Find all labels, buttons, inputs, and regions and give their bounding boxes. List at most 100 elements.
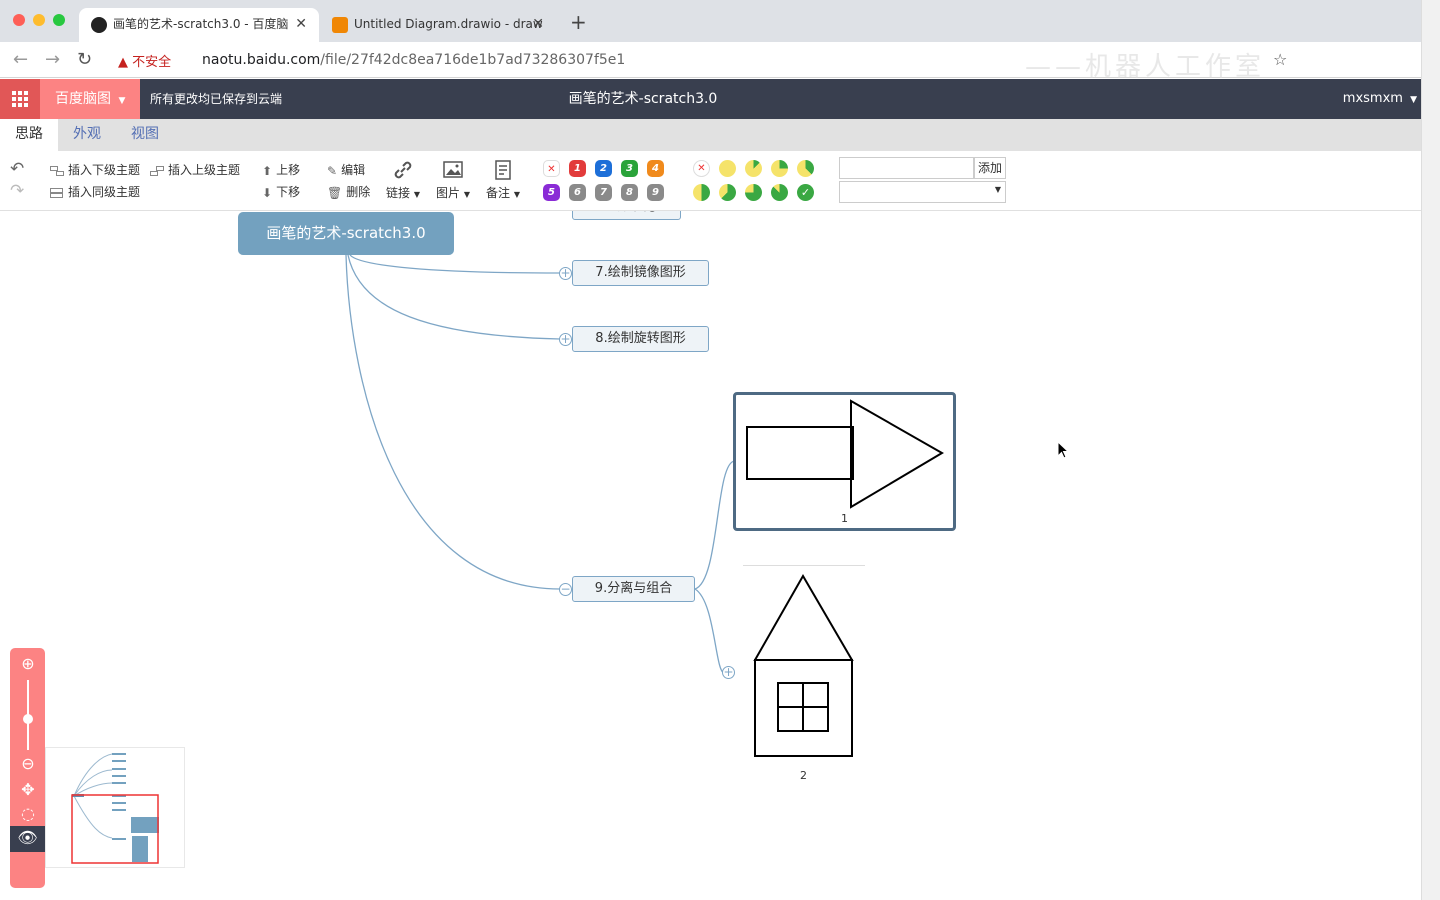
priority-8[interactable]: 8 bbox=[621, 184, 638, 201]
note-label: 备注 bbox=[486, 186, 511, 200]
progress-6-icon[interactable] bbox=[745, 184, 762, 201]
url-host: naotu.baidu.com bbox=[202, 52, 321, 68]
insert-child-icon bbox=[50, 165, 64, 176]
window-edge-scrollbar[interactable] bbox=[1421, 0, 1440, 900]
tab-idea[interactable]: 思路 bbox=[0, 119, 58, 151]
maximize-window-button[interactable] bbox=[53, 14, 65, 26]
collapse-node-icon[interactable]: − bbox=[559, 583, 572, 596]
priority-4[interactable]: 4 bbox=[647, 160, 664, 177]
toolbar: ↶ ↷ 插入下级主题 插入上级主题 插入同级主题 ⬆ 上移 ⬇ 下移 ✎ 编辑 🗑 删除… bbox=[0, 151, 1421, 211]
close-tab-icon[interactable]: ✕ bbox=[532, 8, 544, 41]
image-label: 图片 bbox=[436, 186, 461, 200]
image-node-2[interactable]: 2 bbox=[743, 565, 865, 785]
zoom-out-icon[interactable]: ⊖ bbox=[18, 755, 38, 775]
warning-icon: ▲ bbox=[118, 55, 128, 70]
progress-4-icon[interactable] bbox=[693, 184, 710, 201]
close-tab-icon[interactable]: ✕ bbox=[295, 8, 307, 41]
watermark: ——机器人工作室 bbox=[1025, 52, 1266, 82]
close-window-button[interactable] bbox=[13, 14, 25, 26]
expand-node-icon[interactable]: + bbox=[722, 666, 735, 679]
note-button[interactable]: 备注 ▼ bbox=[483, 159, 523, 201]
bookmark-star-icon[interactable]: ☆ bbox=[1273, 50, 1287, 69]
remove-progress-icon[interactable]: ✕ bbox=[693, 160, 710, 177]
mindmap-node-9[interactable]: 9.分离与组合 bbox=[572, 576, 695, 602]
image-icon bbox=[443, 161, 463, 178]
link-button[interactable]: 链接 ▼ bbox=[383, 159, 423, 201]
mindmap-root-node[interactable]: 画笔的艺术-scratch3.0 bbox=[238, 212, 454, 255]
insert-child-button[interactable]: 插入下级主题 bbox=[50, 161, 140, 178]
new-tab-icon[interactable]: + bbox=[570, 10, 587, 34]
delete-label: 删除 bbox=[346, 185, 371, 199]
progress-1-icon[interactable] bbox=[745, 160, 762, 177]
move-up-label: 上移 bbox=[276, 163, 301, 177]
tab-view[interactable]: 视图 bbox=[116, 119, 174, 151]
forward-icon[interactable]: → bbox=[45, 49, 60, 70]
mindmap-node-partial[interactable]: 6.绘制圆○ bbox=[572, 211, 681, 220]
back-icon[interactable]: ← bbox=[13, 49, 28, 70]
security-warning[interactable]: ▲ 不安全 bbox=[118, 51, 171, 70]
progress-3-icon[interactable] bbox=[797, 160, 814, 177]
mindmap-navigator[interactable] bbox=[45, 747, 185, 868]
mindmap-node-7[interactable]: 7.绘制镜像图形 bbox=[572, 260, 709, 286]
insert-parent-icon bbox=[150, 165, 164, 176]
priority-6[interactable]: 6 bbox=[569, 184, 586, 201]
priority-1[interactable]: 1 bbox=[569, 160, 586, 177]
mindmap-canvas[interactable]: 6.绘制圆○ 画笔的艺术-scratch3.0 + 7.绘制镜像图形 + 8.绘… bbox=[0, 211, 1421, 900]
trash-icon: 🗑 bbox=[327, 185, 343, 200]
minimize-window-button[interactable] bbox=[33, 14, 45, 26]
arrow-shape-image bbox=[746, 399, 944, 509]
image-node-1[interactable]: 1 bbox=[733, 392, 956, 531]
zoom-slider-handle[interactable] bbox=[23, 714, 33, 724]
progress-7-icon[interactable] bbox=[771, 184, 788, 201]
image-button[interactable]: 图片 ▼ bbox=[433, 159, 473, 201]
expand-node-icon[interactable]: + bbox=[559, 267, 572, 280]
mindmap-node-8[interactable]: 8.绘制旋转图形 bbox=[572, 326, 709, 352]
document-title: 画笔的艺术-scratch3.0 bbox=[568, 91, 718, 107]
progress-0-icon[interactable] bbox=[719, 160, 736, 177]
edit-button[interactable]: ✎ 编辑 bbox=[327, 161, 365, 178]
browser-tab-naotu[interactable]: 画笔的艺术-scratch3.0 - 百度脑 ✕ bbox=[79, 8, 319, 42]
note-icon bbox=[495, 160, 511, 180]
move-down-label: 下移 bbox=[276, 185, 301, 199]
move-up-button[interactable]: ⬆ 上移 bbox=[262, 161, 300, 178]
caret-down-icon: ▼ bbox=[994, 185, 1001, 194]
delete-button[interactable]: 🗑 删除 bbox=[327, 183, 370, 200]
resource-add-button[interactable]: 添加 bbox=[974, 157, 1006, 179]
url-input[interactable]: naotu.baidu.com/file/27f42dc8ea716de1b7a… bbox=[202, 52, 625, 68]
redo-icon[interactable]: ↷ bbox=[10, 181, 24, 201]
undo-icon[interactable]: ↶ bbox=[10, 159, 24, 179]
menu-tabs: 思路 外观 视图 bbox=[0, 119, 1421, 151]
image-caption-2: 2 bbox=[800, 769, 807, 782]
user-menu-button[interactable]: mxsmxm ▼ bbox=[1343, 79, 1417, 120]
user-name: mxsmxm bbox=[1342, 91, 1403, 106]
security-label: 不安全 bbox=[132, 55, 172, 70]
priority-5[interactable]: 5 bbox=[543, 184, 560, 201]
move-down-button[interactable]: ⬇ 下移 bbox=[262, 183, 300, 200]
priority-3[interactable]: 3 bbox=[621, 160, 638, 177]
tab-appearance[interactable]: 外观 bbox=[58, 119, 116, 151]
pan-move-icon[interactable]: ✥ bbox=[18, 781, 38, 801]
resource-input[interactable] bbox=[839, 157, 974, 179]
mouse-cursor-icon bbox=[1057, 441, 1070, 459]
insert-sibling-icon bbox=[50, 187, 63, 198]
caret-down-icon: ▼ bbox=[1410, 95, 1417, 105]
insert-sibling-button[interactable]: 插入同级主题 bbox=[50, 183, 140, 200]
progress-5-icon[interactable] bbox=[719, 184, 736, 201]
resource-select[interactable]: ▼ bbox=[839, 181, 1006, 203]
reload-icon[interactable]: ↻ bbox=[77, 49, 92, 70]
priority-7[interactable]: 7 bbox=[595, 184, 612, 201]
expand-node-icon[interactable]: + bbox=[559, 333, 572, 346]
priority-2[interactable]: 2 bbox=[595, 160, 612, 177]
navigator-preview bbox=[71, 753, 159, 864]
tab-title: Untitled Diagram.drawio - draw bbox=[354, 17, 543, 31]
browser-tab-drawio[interactable]: Untitled Diagram.drawio - draw ✕ bbox=[320, 8, 556, 42]
navigator-toggle-eye-icon[interactable]: 👁 bbox=[10, 826, 45, 852]
progress-2-icon[interactable] bbox=[771, 160, 788, 177]
zoom-in-icon[interactable]: ⊕ bbox=[18, 655, 38, 675]
remove-priority-icon[interactable]: ✕ bbox=[543, 160, 560, 177]
progress-done-icon[interactable]: ✓ bbox=[797, 184, 814, 201]
house-shape-image bbox=[753, 574, 854, 757]
locate-center-icon[interactable]: ◌ bbox=[18, 805, 38, 825]
priority-9[interactable]: 9 bbox=[647, 184, 664, 201]
insert-parent-button[interactable]: 插入上级主题 bbox=[150, 161, 240, 178]
